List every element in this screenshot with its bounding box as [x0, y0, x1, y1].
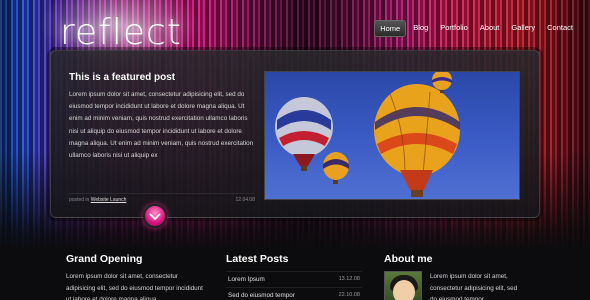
about-section: About me Lorem ipsum dolor sit amet, con… — [384, 253, 522, 300]
about-title: About me — [384, 253, 433, 265]
post-title[interactable]: Sed do eiusmod tempor — [228, 292, 295, 299]
large-balloon — [374, 84, 460, 197]
nav-item-blog[interactable]: Blog — [408, 20, 433, 37]
grand-opening-section: Grand Opening Lorem ipsum dolor sit amet… — [66, 253, 206, 300]
post-row[interactable]: Sed do eiusmod tempor 22.10.08 — [226, 287, 362, 300]
nav-item-contact[interactable]: Contact — [542, 20, 578, 37]
post-date: 22.10.08 — [338, 292, 360, 298]
scroll-down-button[interactable] — [143, 204, 167, 228]
post-row[interactable]: Lorem Ipsum 13.12.08 — [226, 271, 362, 287]
nav-item-home[interactable]: Home — [374, 20, 407, 37]
avatar — [384, 271, 422, 300]
post-title[interactable]: Lorem Ipsum — [228, 276, 265, 283]
featured-panel: This is a featured post Lorem ipsum dolo… — [50, 50, 540, 218]
small-balloon — [323, 152, 349, 184]
latest-posts-title: Latest Posts — [226, 253, 289, 265]
category-link[interactable]: Website Launch — [91, 197, 127, 203]
featured-image-balloons[interactable] — [264, 71, 520, 200]
nav-item-gallery[interactable]: Gallery — [506, 20, 540, 37]
page: reflect Home Blog Portfolio About Galler… — [0, 0, 590, 300]
grand-opening-text: Lorem ipsum dolor sit amet, consectetur … — [66, 273, 203, 300]
posted-in-label: posted in — [69, 197, 90, 203]
main-nav: Home Blog Portfolio About Gallery Contac… — [374, 20, 578, 37]
featured-text: Lorem ipsum dolor sit amet, consectetur … — [69, 91, 254, 160]
site-logo[interactable]: reflect — [60, 12, 182, 53]
featured-posted-in: posted in Website Launch — [69, 197, 126, 203]
chevron-down-icon — [149, 213, 161, 221]
balloons-illustration — [275, 72, 460, 197]
latest-posts-section: Latest Posts Lorem Ipsum 13.12.08 Sed do… — [226, 253, 362, 300]
nav-item-portfolio[interactable]: Portfolio — [435, 20, 473, 37]
post-date: 13.12.08 — [338, 276, 360, 282]
featured-date: 12.04.08 — [235, 197, 255, 203]
grand-opening-title: Grand Opening — [66, 253, 143, 265]
nav-item-about[interactable]: About — [475, 20, 505, 37]
featured-title[interactable]: This is a featured post — [69, 72, 175, 83]
featured-meta: posted in Website Launch 12.04.08 — [69, 193, 255, 203]
